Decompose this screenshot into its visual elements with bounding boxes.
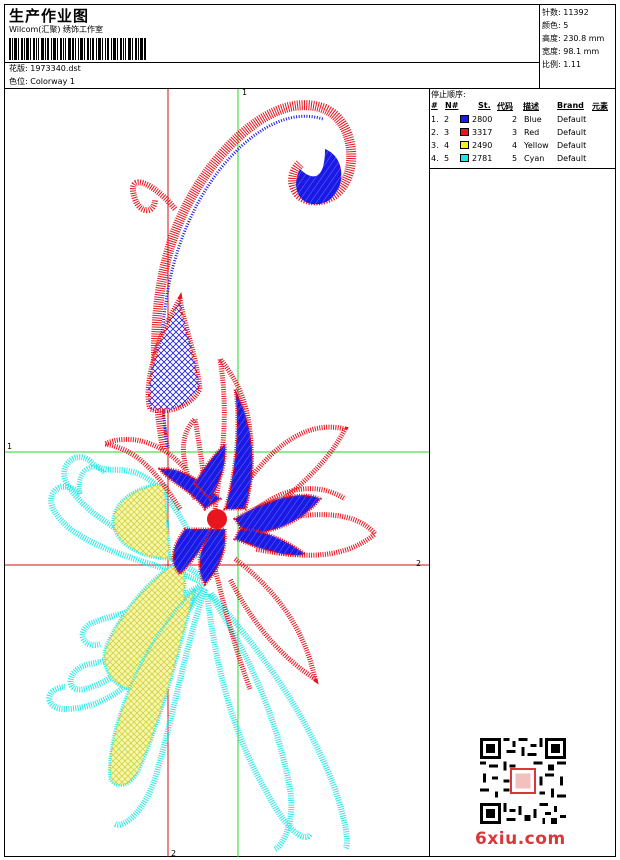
barcode bbox=[9, 38, 146, 60]
guide-label-right: 2 bbox=[416, 559, 421, 568]
colorway-value: Colorway 1 bbox=[30, 77, 75, 86]
stat-label: 高度: bbox=[542, 34, 561, 43]
stat-colors: 颜色: 5 bbox=[542, 20, 568, 31]
row-brand: Default bbox=[557, 128, 587, 137]
stat-stitches: 针数: 11392 bbox=[542, 7, 589, 18]
thread-swatch bbox=[460, 154, 469, 162]
row-desc: Yellow bbox=[524, 141, 549, 150]
thread-swatch bbox=[460, 128, 469, 136]
thread-swatch bbox=[460, 115, 469, 123]
row-code: 4 bbox=[512, 141, 518, 150]
row-num: 1. bbox=[431, 115, 439, 124]
legend-row: 4. 5 2781 5 Cyan Default bbox=[430, 154, 616, 166]
studio-name: Wilcom(汇聚) 绣饰工作室 bbox=[9, 25, 104, 34]
thread-legend: 停止顺序: # N# St. 代码 描述 Brand 元素 1. 2 2800 … bbox=[430, 89, 616, 169]
guide-label-bottom: 2 bbox=[171, 849, 176, 857]
stats-panel: 针数: 11392 颜色: 5 高度: 230.8 mm 宽度: 98.1 mm… bbox=[540, 5, 615, 89]
file-line: 花版: 1973340.dst bbox=[9, 63, 81, 74]
row-code: 3 bbox=[512, 128, 518, 137]
stat-value: 230.8 mm bbox=[563, 34, 605, 43]
file-label: 花版: bbox=[9, 64, 28, 73]
row-needle: 2 bbox=[444, 115, 450, 124]
row-stitches: 2490 bbox=[472, 141, 493, 150]
stat-value: 1.11 bbox=[563, 60, 582, 69]
legend-row: 2. 3 3317 3 Red Default bbox=[430, 128, 616, 140]
guide-label-left: 1 bbox=[7, 442, 12, 451]
row-brand: Default bbox=[557, 141, 587, 150]
thread-swatch bbox=[460, 141, 469, 149]
stat-label: 比例: bbox=[542, 60, 561, 69]
row-brand: Default bbox=[557, 154, 587, 163]
stat-label: 宽度: bbox=[542, 47, 561, 56]
stat-value: 5 bbox=[563, 21, 569, 30]
row-needle: 4 bbox=[444, 141, 450, 150]
row-stitches: 2781 bbox=[472, 154, 493, 163]
row-brand: Default bbox=[557, 115, 587, 124]
row-code: 5 bbox=[512, 154, 518, 163]
stat-value: 11392 bbox=[563, 8, 589, 17]
legend-header-num: # bbox=[431, 101, 438, 110]
row-needle: 5 bbox=[444, 154, 450, 163]
file-value: 1973340.dst bbox=[30, 64, 81, 73]
stat-width: 宽度: 98.1 mm bbox=[542, 46, 599, 57]
legend-header-stitches: St. bbox=[478, 101, 491, 110]
stat-height: 高度: 230.8 mm bbox=[542, 33, 604, 44]
stat-value: 98.1 mm bbox=[563, 47, 600, 56]
legend-row: 1. 2 2800 2 Blue Default bbox=[430, 115, 616, 127]
row-stitches: 3317 bbox=[472, 128, 493, 137]
header-divider bbox=[5, 62, 539, 63]
row-num: 2. bbox=[431, 128, 439, 137]
qr-code bbox=[480, 738, 566, 824]
legend-header-desc: 描述 bbox=[523, 102, 539, 111]
row-desc: Blue bbox=[524, 115, 542, 124]
guide-label-top: 1 bbox=[242, 89, 247, 97]
design-canvas: 1 1 2 2 bbox=[5, 89, 430, 857]
colorway-line: 色位: Colorway 1 bbox=[9, 76, 75, 87]
legend-header-needle: N# bbox=[445, 101, 459, 110]
page-title: 生产作业图 bbox=[9, 7, 90, 25]
legend-header-brand: Brand bbox=[557, 101, 584, 110]
row-stitches: 2800 bbox=[472, 115, 493, 124]
legend-title: 停止顺序: bbox=[431, 90, 466, 99]
legend-header-element: 元素 bbox=[592, 102, 608, 111]
embroidery-artwork: 1 1 2 2 bbox=[5, 89, 429, 857]
colorway-label: 色位: bbox=[9, 77, 28, 86]
row-code: 2 bbox=[512, 115, 518, 124]
legend-row: 3. 4 2490 4 Yellow Default bbox=[430, 141, 616, 153]
row-num: 3. bbox=[431, 141, 439, 150]
stat-label: 颜色: bbox=[542, 21, 561, 30]
stat-label: 针数: bbox=[542, 8, 561, 17]
watermark-logo: 6xiu.com bbox=[475, 829, 566, 849]
row-num: 4. bbox=[431, 154, 439, 163]
yellow-leaf-upper bbox=[111, 482, 172, 561]
header-panel: 生产作业图 Wilcom(汇聚) 绣饰工作室 花版: 1973340.dst 色… bbox=[5, 5, 540, 89]
stat-scale: 比例: 1.11 bbox=[542, 59, 581, 70]
row-desc: Cyan bbox=[524, 154, 545, 163]
legend-header-code: 代码 bbox=[497, 102, 513, 111]
row-desc: Red bbox=[524, 128, 540, 137]
row-needle: 3 bbox=[444, 128, 450, 137]
